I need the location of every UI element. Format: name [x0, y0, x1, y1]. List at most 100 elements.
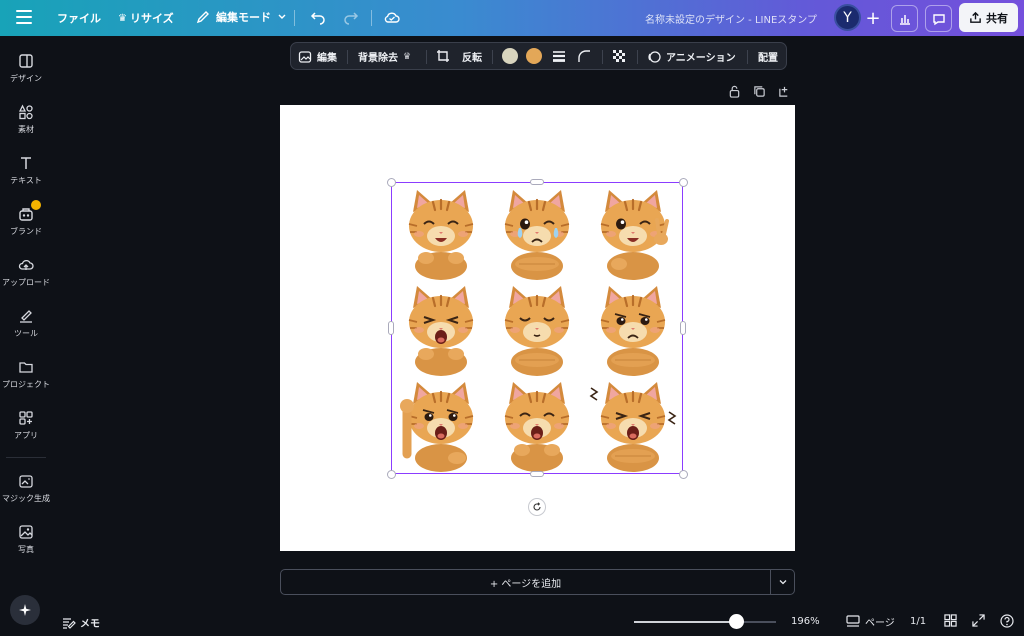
- color-swatch-1[interactable]: [502, 48, 518, 64]
- lock-icon[interactable]: [728, 85, 741, 98]
- resize-button[interactable]: ♛ リサイズ: [118, 10, 174, 26]
- duplicate-page-icon[interactable]: [753, 85, 766, 98]
- crop-icon[interactable]: [436, 49, 450, 63]
- bg-remove-label: 背景除去: [358, 53, 398, 64]
- flip-button[interactable]: 反転: [462, 49, 482, 64]
- transparency-icon[interactable]: [612, 49, 626, 63]
- menu-icon[interactable]: [16, 10, 32, 24]
- document-title[interactable]: 名称未設定のデザイン - LINEスタンプ: [645, 11, 817, 26]
- sidebar-item-photos[interactable]: 写真: [0, 524, 52, 555]
- sidebar-item-apps[interactable]: アプリ: [0, 410, 52, 441]
- divider: [492, 50, 493, 64]
- sidebar: デザイン 素材 テキスト ブランド アップロード ツール プロジェクト アプリ …: [0, 36, 52, 636]
- chevron-down-icon: [278, 14, 286, 19]
- add-collaborator-button[interactable]: +: [861, 6, 885, 30]
- add-page-icon[interactable]: [778, 85, 791, 98]
- photo-icon: [19, 525, 33, 539]
- sidebar-item-design[interactable]: デザイン: [0, 53, 52, 84]
- pages-icon: [846, 615, 860, 627]
- avatar[interactable]: Y: [834, 4, 861, 31]
- sidebar-item-label: アプリ: [14, 431, 38, 440]
- pages-label: ページ: [865, 618, 895, 629]
- grid-view-icon[interactable]: [944, 614, 957, 627]
- crown-icon: ♛: [403, 51, 412, 62]
- fullscreen-icon[interactable]: [972, 614, 985, 627]
- cloud-saved-icon[interactable]: [383, 8, 401, 26]
- bg-remover-button[interactable]: 背景除去 ♛: [358, 49, 412, 65]
- comment-icon: [932, 13, 945, 25]
- divider: [294, 10, 295, 26]
- divider: [747, 50, 748, 64]
- redo-icon[interactable]: [343, 9, 359, 25]
- chevron-down-icon: [779, 580, 786, 585]
- zoom-level[interactable]: 196%: [791, 616, 820, 627]
- resize-handle-se[interactable]: [679, 470, 688, 479]
- edit-mode-label: 編集モード: [216, 11, 271, 24]
- text-icon: [21, 157, 31, 169]
- sidebar-item-projects[interactable]: プロジェクト: [0, 359, 52, 390]
- sidebar-item-magic-media[interactable]: マジック生成: [0, 473, 52, 504]
- position-button[interactable]: 配置: [758, 49, 778, 64]
- folder-icon: [19, 362, 33, 373]
- zoom-slider-thumb[interactable]: [728, 614, 744, 629]
- sidebar-item-text[interactable]: テキスト: [0, 155, 52, 186]
- rotate-handle[interactable]: [528, 498, 546, 516]
- zoom-slider[interactable]: [634, 621, 776, 623]
- animate-button[interactable]: アニメーション: [647, 49, 736, 64]
- add-page-options-button[interactable]: [771, 569, 795, 595]
- sidebar-item-tools[interactable]: ツール: [0, 308, 52, 339]
- layout-icon: [19, 54, 33, 68]
- share-label: 共有: [986, 11, 1008, 25]
- animation-label: アニメーション: [666, 53, 736, 64]
- edit-mode-dropdown[interactable]: 編集モード: [196, 9, 287, 25]
- divider: [347, 50, 348, 64]
- sidebar-item-brand[interactable]: ブランド: [0, 200, 52, 237]
- insights-button[interactable]: [891, 5, 918, 32]
- sidebar-item-elements[interactable]: 素材: [0, 104, 52, 135]
- animation-icon: [648, 50, 661, 63]
- resize-label: リサイズ: [129, 12, 174, 25]
- sidebar-item-uploads[interactable]: アップロード: [0, 257, 52, 288]
- resize-handle-w[interactable]: [388, 321, 394, 335]
- add-page-button[interactable]: + ページを追加: [280, 569, 771, 595]
- divider: [426, 50, 427, 64]
- pages-button[interactable]: ページ: [846, 614, 895, 629]
- notes-button[interactable]: メモ: [62, 615, 100, 630]
- divider: [637, 50, 638, 64]
- image-edit-icon: [298, 50, 312, 63]
- notes-icon: [63, 617, 76, 629]
- bottom-bar: メモ 196% ページ 1/1: [0, 606, 1024, 636]
- divider: [602, 50, 603, 64]
- sidebar-item-label: デザイン: [10, 74, 42, 83]
- resize-handle-s[interactable]: [530, 471, 544, 477]
- comment-button[interactable]: [925, 5, 952, 32]
- help-icon[interactable]: [1000, 614, 1014, 628]
- sidebar-item-label: マジック生成: [2, 494, 50, 503]
- zoom-slider-fill: [634, 621, 737, 623]
- draw-icon: [20, 310, 32, 323]
- upload-icon: [18, 259, 34, 270]
- share-button[interactable]: 共有: [959, 3, 1018, 32]
- notes-label: メモ: [80, 619, 100, 630]
- pencil-icon: [196, 11, 209, 24]
- bar-chart-icon: [899, 14, 910, 25]
- resize-handle-n[interactable]: [530, 179, 544, 185]
- resize-handle-nw[interactable]: [387, 178, 396, 187]
- border-style-icon[interactable]: [552, 49, 566, 63]
- rotate-icon: [533, 502, 541, 511]
- edit-image-button[interactable]: 編集: [298, 49, 337, 64]
- top-bar: ファイル ♛ リサイズ 編集モード 名称未設定のデザイン - LINEスタンプ …: [0, 0, 1024, 36]
- color-swatch-2[interactable]: [526, 48, 542, 64]
- undo-icon[interactable]: [310, 9, 326, 25]
- selection-box: [391, 182, 683, 474]
- divider: [371, 10, 372, 26]
- sidebar-item-label: ツール: [14, 329, 38, 338]
- resize-handle-e[interactable]: [680, 321, 686, 335]
- corner-rounding-icon[interactable]: [577, 49, 591, 63]
- file-menu[interactable]: ファイル: [57, 10, 101, 26]
- elements-icon: [18, 104, 33, 120]
- resize-handle-sw[interactable]: [387, 470, 396, 479]
- edit-label: 編集: [317, 53, 337, 64]
- crown-icon: ♛: [118, 12, 127, 24]
- resize-handle-ne[interactable]: [679, 178, 688, 187]
